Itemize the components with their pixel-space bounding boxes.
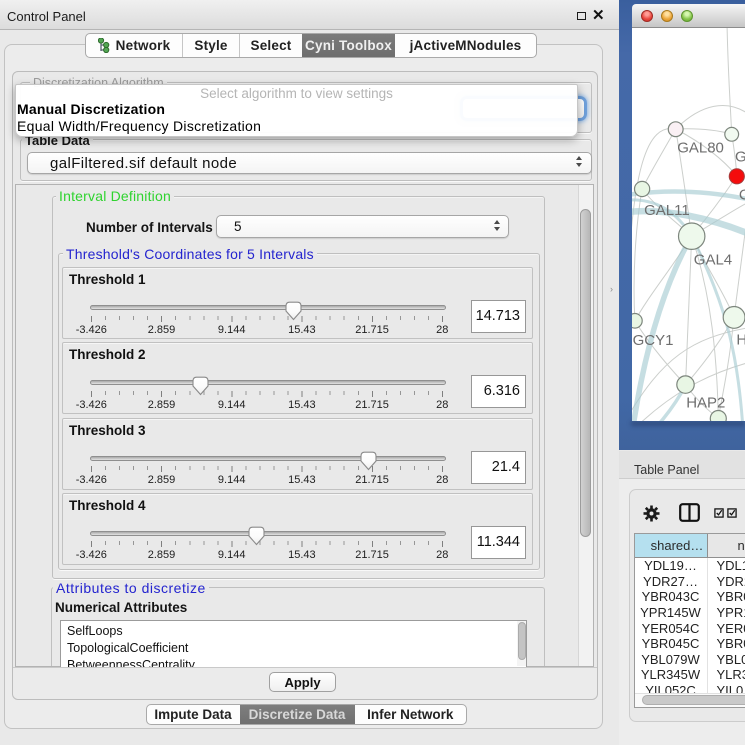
svg-text:HI: HI xyxy=(736,332,745,349)
svg-text:GA: GA xyxy=(735,149,745,166)
svg-text:CD: CD xyxy=(738,187,745,204)
svg-text:GAL11: GAL11 xyxy=(644,202,690,219)
svg-text:GCY1: GCY1 xyxy=(632,332,673,349)
svg-text:GAL80: GAL80 xyxy=(677,140,724,157)
svg-text:HAP2: HAP2 xyxy=(686,395,725,412)
svg-text:GAL4: GAL4 xyxy=(693,252,731,269)
